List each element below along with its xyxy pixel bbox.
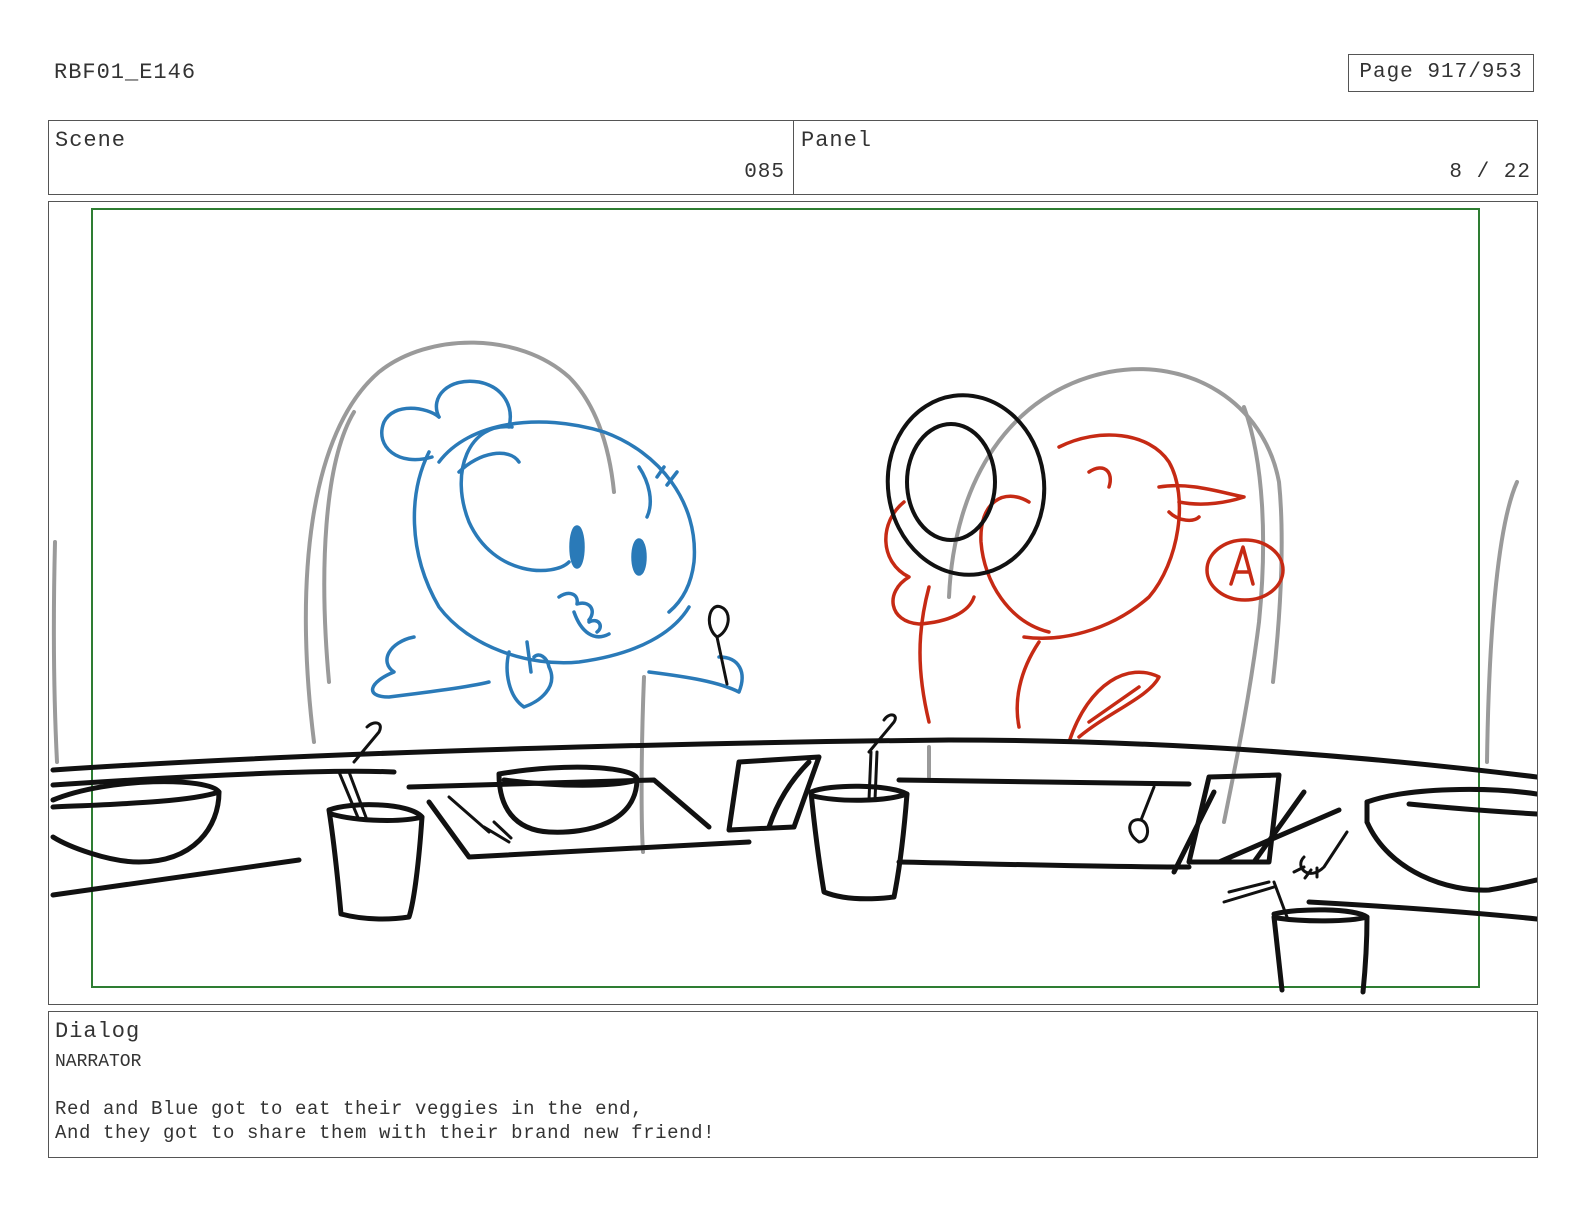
episode-title: RBF01_E146 xyxy=(54,60,197,85)
chair-outlines xyxy=(51,340,1519,854)
scene-number: 085 xyxy=(744,161,785,184)
page-number: Page 917/953 xyxy=(1348,54,1534,92)
blue-character xyxy=(370,379,744,709)
panel-label: Panel xyxy=(801,128,873,153)
scene-panel-info: Scene 085 Panel 8 / 22 xyxy=(48,120,1538,195)
held-spoon xyxy=(707,604,730,686)
dialog-line-1: Red and Blue got to eat their veggies in… xyxy=(55,1098,644,1120)
table-and-props xyxy=(50,737,1537,995)
panel-number: 8 / 22 xyxy=(1449,161,1531,184)
red-character xyxy=(884,433,1285,744)
helmet-outline xyxy=(885,393,1047,577)
info-divider xyxy=(793,121,794,194)
scene-label: Scene xyxy=(55,128,127,153)
dialog-line-2: And they got to share them with their br… xyxy=(55,1122,716,1144)
speaker-name: NARRATOR xyxy=(55,1052,142,1072)
safe-area-frame xyxy=(91,208,1480,988)
panel-drawing xyxy=(50,208,1537,995)
dialog-label: Dialog xyxy=(55,1019,141,1044)
storyboard-frame: A xyxy=(48,201,1538,1005)
dialog-box: Dialog NARRATOR Red and Blue got to eat … xyxy=(48,1011,1538,1158)
